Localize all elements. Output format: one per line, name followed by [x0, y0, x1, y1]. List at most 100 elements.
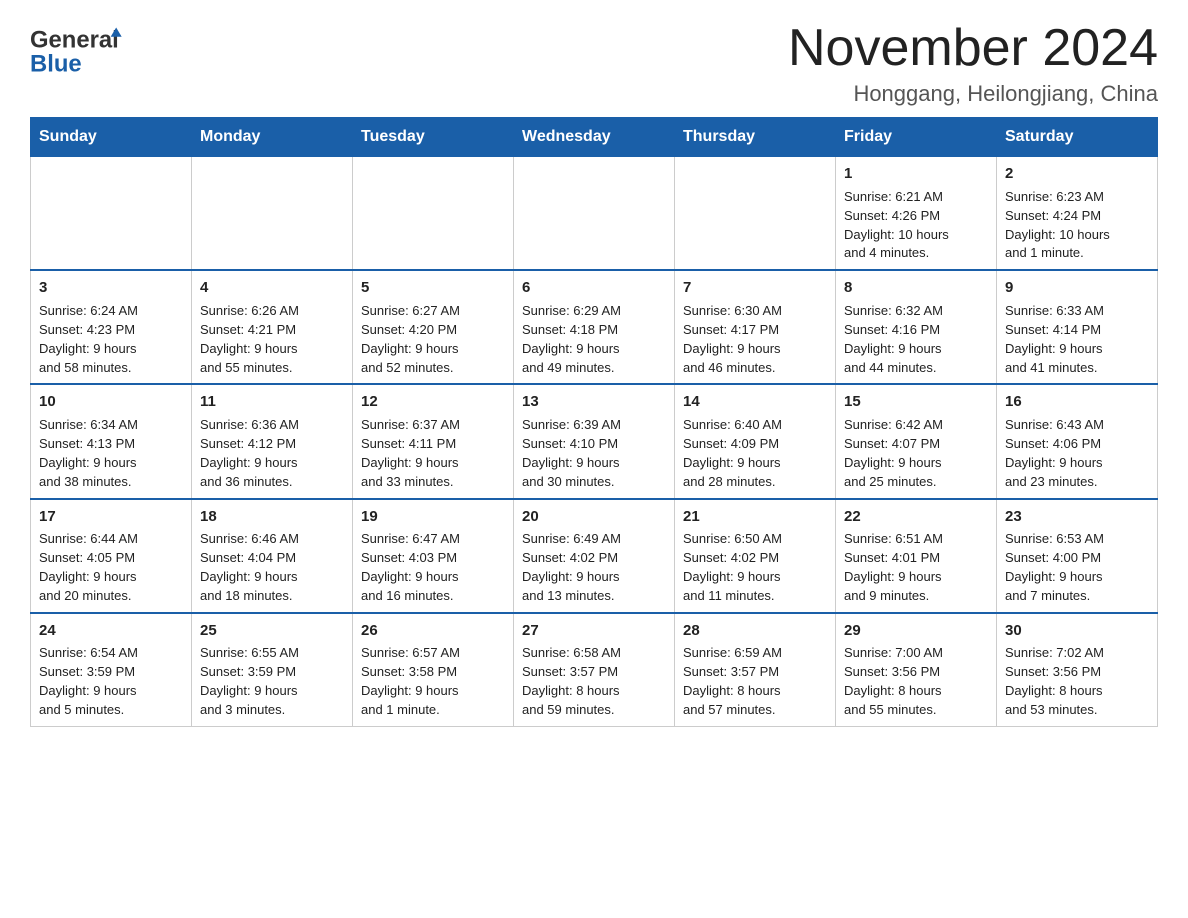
- day-number: 29: [844, 620, 988, 642]
- calendar-cell: 23Sunrise: 6:53 AM Sunset: 4:00 PM Dayli…: [997, 499, 1158, 613]
- calendar-cell: 7Sunrise: 6:30 AM Sunset: 4:17 PM Daylig…: [675, 270, 836, 384]
- day-info: Sunrise: 6:37 AM Sunset: 4:11 PM Dayligh…: [361, 416, 505, 491]
- day-info: Sunrise: 7:02 AM Sunset: 3:56 PM Dayligh…: [1005, 644, 1149, 719]
- calendar-cell: 30Sunrise: 7:02 AM Sunset: 3:56 PM Dayli…: [997, 613, 1158, 727]
- logo: General Blue: [30, 20, 140, 80]
- logo-svg: General Blue: [30, 20, 140, 80]
- week-row-5: 24Sunrise: 6:54 AM Sunset: 3:59 PM Dayli…: [31, 613, 1158, 727]
- week-row-3: 10Sunrise: 6:34 AM Sunset: 4:13 PM Dayli…: [31, 384, 1158, 498]
- calendar-cell: [514, 157, 675, 271]
- calendar-cell: 26Sunrise: 6:57 AM Sunset: 3:58 PM Dayli…: [353, 613, 514, 727]
- week-row-1: 1 Sunrise: 6:21 AM Sunset: 4:26 PM Daylig…: [31, 157, 1158, 271]
- day-info: Sunrise: 6:53 AM Sunset: 4:00 PM Dayligh…: [1005, 530, 1149, 605]
- week-row-4: 17Sunrise: 6:44 AM Sunset: 4:05 PM Dayli…: [31, 499, 1158, 613]
- day-number: 3: [39, 277, 183, 299]
- day-info: Sunrise: 6:39 AM Sunset: 4:10 PM Dayligh…: [522, 416, 666, 491]
- day-info: Sunrise: 6:46 AM Sunset: 4:04 PM Dayligh…: [200, 530, 344, 605]
- day-info: Sunrise: 6:32 AM Sunset: 4:16 PM Dayligh…: [844, 302, 988, 377]
- week-row-2: 3 Sunrise: 6:24 AM Sunset: 4:23 PM Daylig…: [31, 270, 1158, 384]
- calendar-cell: 14 Sunrise: 6:40 AM Sunset: 4:09 PM Dayli…: [675, 384, 836, 498]
- day-info: Sunrise: 6:21 AM Sunset: 4:26 PM Dayligh…: [844, 188, 988, 263]
- day-info: Sunrise: 6:50 AM Sunset: 4:02 PM Dayligh…: [683, 530, 827, 605]
- day-info: Sunrise: 6:26 AM Sunset: 4:21 PM Dayligh…: [200, 302, 344, 377]
- day-info: Sunrise: 6:36 AM Sunset: 4:12 PM Dayligh…: [200, 416, 344, 491]
- day-number: 28: [683, 620, 827, 642]
- calendar-cell: 11Sunrise: 6:36 AM Sunset: 4:12 PM Dayli…: [192, 384, 353, 498]
- header-row: Sunday Monday Tuesday Wednesday Thursday…: [31, 118, 1158, 157]
- calendar-cell: [675, 157, 836, 271]
- day-number: 16: [1005, 391, 1149, 413]
- calendar-cell: 5Sunrise: 6:27 AM Sunset: 4:20 PM Daylig…: [353, 270, 514, 384]
- calendar-cell: [353, 157, 514, 271]
- calendar-cell: 8Sunrise: 6:32 AM Sunset: 4:16 PM Daylig…: [836, 270, 997, 384]
- day-info: Sunrise: 6:47 AM Sunset: 4:03 PM Dayligh…: [361, 530, 505, 605]
- day-info: Sunrise: 6:59 AM Sunset: 3:57 PM Dayligh…: [683, 644, 827, 719]
- day-info: Sunrise: 7:00 AM Sunset: 3:56 PM Dayligh…: [844, 644, 988, 719]
- col-wednesday: Wednesday: [514, 118, 675, 157]
- day-number: 19: [361, 506, 505, 528]
- day-number: 14: [683, 391, 827, 413]
- day-number: 25: [200, 620, 344, 642]
- day-number: 5: [361, 277, 505, 299]
- calendar-cell: 24Sunrise: 6:54 AM Sunset: 3:59 PM Dayli…: [31, 613, 192, 727]
- day-number: 15: [844, 391, 988, 413]
- day-number: 17: [39, 506, 183, 528]
- day-number: 7: [683, 277, 827, 299]
- day-info: Sunrise: 6:42 AM Sunset: 4:07 PM Dayligh…: [844, 416, 988, 491]
- calendar-table: Sunday Monday Tuesday Wednesday Thursday…: [30, 117, 1158, 727]
- day-info: Sunrise: 6:49 AM Sunset: 4:02 PM Dayligh…: [522, 530, 666, 605]
- day-number: 24: [39, 620, 183, 642]
- calendar-cell: 9 Sunrise: 6:33 AM Sunset: 4:14 PM Daylig…: [997, 270, 1158, 384]
- col-thursday: Thursday: [675, 118, 836, 157]
- col-monday: Monday: [192, 118, 353, 157]
- day-number: 21: [683, 506, 827, 528]
- calendar-cell: 15 Sunrise: 6:42 AM Sunset: 4:07 PM Dayli…: [836, 384, 997, 498]
- calendar-cell: 13 Sunrise: 6:39 AM Sunset: 4:10 PM Dayli…: [514, 384, 675, 498]
- calendar-cell: 18Sunrise: 6:46 AM Sunset: 4:04 PM Dayli…: [192, 499, 353, 613]
- day-number: 23: [1005, 506, 1149, 528]
- col-tuesday: Tuesday: [353, 118, 514, 157]
- day-info: Sunrise: 6:40 AM Sunset: 4:09 PM Dayligh…: [683, 416, 827, 491]
- calendar-cell: 27Sunrise: 6:58 AM Sunset: 3:57 PM Dayli…: [514, 613, 675, 727]
- svg-text:Blue: Blue: [30, 51, 82, 78]
- month-title: November 2024: [788, 20, 1158, 77]
- title-block: November 2024 Honggang, Heilongjiang, Ch…: [788, 20, 1158, 107]
- calendar-cell: 2Sunrise: 6:23 AM Sunset: 4:24 PM Daylig…: [997, 157, 1158, 271]
- day-info: Sunrise: 6:44 AM Sunset: 4:05 PM Dayligh…: [39, 530, 183, 605]
- calendar-body: 1 Sunrise: 6:21 AM Sunset: 4:26 PM Daylig…: [31, 157, 1158, 727]
- day-info: Sunrise: 6:43 AM Sunset: 4:06 PM Dayligh…: [1005, 416, 1149, 491]
- calendar-cell: 17Sunrise: 6:44 AM Sunset: 4:05 PM Dayli…: [31, 499, 192, 613]
- calendar-cell: 25Sunrise: 6:55 AM Sunset: 3:59 PM Dayli…: [192, 613, 353, 727]
- calendar-cell: 16 Sunrise: 6:43 AM Sunset: 4:06 PM Dayli…: [997, 384, 1158, 498]
- day-info: Sunrise: 6:57 AM Sunset: 3:58 PM Dayligh…: [361, 644, 505, 719]
- day-number: 1: [844, 163, 988, 185]
- day-info: Sunrise: 6:34 AM Sunset: 4:13 PM Dayligh…: [39, 416, 183, 491]
- calendar-cell: 22Sunrise: 6:51 AM Sunset: 4:01 PM Dayli…: [836, 499, 997, 613]
- day-info: Sunrise: 6:54 AM Sunset: 3:59 PM Dayligh…: [39, 644, 183, 719]
- calendar-cell: 28Sunrise: 6:59 AM Sunset: 3:57 PM Dayli…: [675, 613, 836, 727]
- day-number: 27: [522, 620, 666, 642]
- col-sunday: Sunday: [31, 118, 192, 157]
- col-friday: Friday: [836, 118, 997, 157]
- calendar-cell: 10Sunrise: 6:34 AM Sunset: 4:13 PM Dayli…: [31, 384, 192, 498]
- day-number: 4: [200, 277, 344, 299]
- day-number: 22: [844, 506, 988, 528]
- calendar-cell: 4 Sunrise: 6:26 AM Sunset: 4:21 PM Daylig…: [192, 270, 353, 384]
- calendar-cell: [31, 157, 192, 271]
- day-info: Sunrise: 6:55 AM Sunset: 3:59 PM Dayligh…: [200, 644, 344, 719]
- day-number: 12: [361, 391, 505, 413]
- day-info: Sunrise: 6:24 AM Sunset: 4:23 PM Dayligh…: [39, 302, 183, 377]
- location-title: Honggang, Heilongjiang, China: [788, 81, 1158, 107]
- day-info: Sunrise: 6:23 AM Sunset: 4:24 PM Dayligh…: [1005, 188, 1149, 263]
- calendar-cell: 6Sunrise: 6:29 AM Sunset: 4:18 PM Daylig…: [514, 270, 675, 384]
- calendar-cell: 21Sunrise: 6:50 AM Sunset: 4:02 PM Dayli…: [675, 499, 836, 613]
- day-info: Sunrise: 6:58 AM Sunset: 3:57 PM Dayligh…: [522, 644, 666, 719]
- day-number: 6: [522, 277, 666, 299]
- calendar-cell: 12 Sunrise: 6:37 AM Sunset: 4:11 PM Dayli…: [353, 384, 514, 498]
- day-number: 18: [200, 506, 344, 528]
- day-number: 26: [361, 620, 505, 642]
- day-number: 9: [1005, 277, 1149, 299]
- day-number: 13: [522, 391, 666, 413]
- day-info: Sunrise: 6:33 AM Sunset: 4:14 PM Dayligh…: [1005, 302, 1149, 377]
- calendar-cell: 1 Sunrise: 6:21 AM Sunset: 4:26 PM Daylig…: [836, 157, 997, 271]
